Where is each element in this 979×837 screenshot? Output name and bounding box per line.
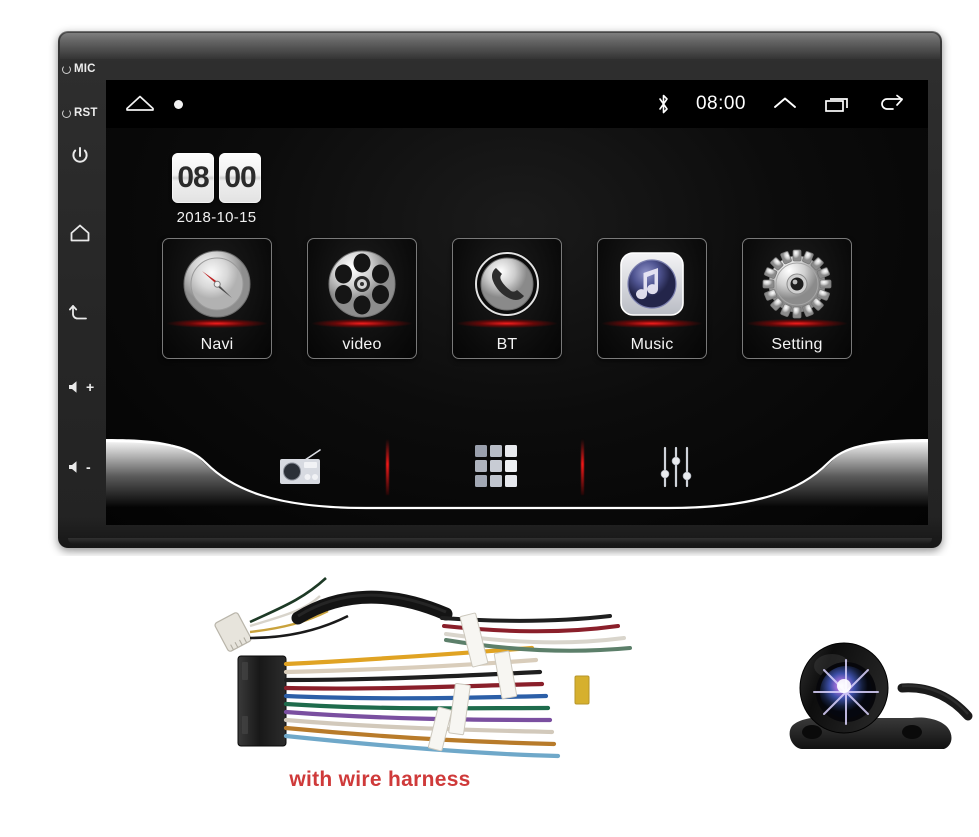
status-bar-left: [106, 93, 183, 115]
status-bar-right: 08:00: [657, 93, 928, 115]
clock-hours: 08: [172, 153, 214, 203]
car-stereo-head-unit: MIC RST + - 08:00 08 00 2018-10-15 Navi …: [58, 31, 942, 548]
clock-date: 2018-10-15: [176, 209, 257, 226]
app-tile-bt[interactable]: BT: [452, 238, 562, 359]
dock-radio-button[interactable]: [278, 447, 324, 487]
app-glow-line: [602, 319, 702, 328]
dock-all-apps-button[interactable]: [474, 444, 520, 490]
volume-down-sign: -: [86, 459, 91, 475]
compass-icon: [183, 250, 251, 318]
app-tile-navi[interactable]: Navi: [162, 238, 272, 359]
app-icon-container: [614, 247, 690, 321]
status-clock: 08:00: [695, 93, 746, 114]
mic-button[interactable]: MIC: [62, 63, 106, 75]
status-bar: 08:00: [106, 80, 928, 128]
bezel-gloss: [60, 33, 940, 59]
led-ring-icon: [62, 64, 71, 74]
clock-minutes: 00: [219, 153, 261, 203]
product-image: MIC RST + - 08:00 08 00 2018-10-15 Navi …: [0, 0, 979, 837]
flip-clock-cards: 08 00: [172, 153, 261, 203]
rear-view-camera-photo: [762, 626, 979, 776]
volume-up-button[interactable]: +: [67, 379, 111, 395]
recent-apps-icon[interactable]: [824, 94, 852, 114]
accessories-area: with wire harness: [0, 556, 979, 837]
app-grid-icon: [475, 445, 517, 487]
bezel-button-column: MIC RST + -: [58, 31, 106, 548]
app-icon-container: [759, 247, 835, 321]
gear-icon: [762, 249, 832, 319]
equalizer-sliders-icon: [660, 446, 692, 488]
app-glow-line: [167, 319, 267, 328]
home-icon: [70, 224, 90, 242]
app-glow-line: [457, 319, 557, 328]
dock-item-row: [106, 435, 928, 499]
film-reel-icon: [328, 250, 396, 318]
app-tile-setting[interactable]: Setting: [742, 238, 852, 359]
dock-divider: [581, 439, 584, 495]
reset-label: RST: [74, 107, 98, 119]
dock-equalizer-button[interactable]: [658, 445, 694, 489]
app-label-navi: Navi: [200, 336, 234, 353]
app-tile-video[interactable]: video: [307, 238, 417, 359]
app-glow-line: [747, 319, 847, 328]
bezel-bottom-shine: [68, 538, 932, 544]
power-icon: [72, 147, 88, 163]
chevron-up-icon[interactable]: [772, 94, 798, 114]
white-dot-icon: [174, 99, 183, 109]
flip-clock-widget[interactable]: 08 00 2018-10-15: [172, 153, 261, 226]
app-icon-container: [179, 247, 255, 321]
app-label-bt: BT: [496, 336, 518, 353]
app-tile-music[interactable]: Music: [597, 238, 707, 359]
volume-up-sign: +: [86, 379, 95, 395]
touchscreen[interactable]: 08:00 08 00 2018-10-15 Navi video BT Mus…: [106, 80, 928, 525]
mic-label: MIC: [74, 63, 96, 75]
app-icon-container: [469, 247, 545, 321]
bluetooth-icon: [659, 94, 668, 114]
app-label-video: video: [342, 336, 382, 353]
app-label-music: Music: [630, 336, 674, 353]
bottom-dock: [106, 425, 928, 525]
iso-connector: [237, 655, 287, 747]
home-outline-icon[interactable]: [124, 93, 156, 115]
wire-harness-photo: [214, 577, 632, 759]
phone-handset-icon: [474, 251, 540, 317]
app-icon-container: [324, 247, 400, 321]
back-arrow-icon[interactable]: [878, 94, 906, 114]
app-shortcut-row: Navi video BT Music Setting: [162, 238, 882, 359]
app-glow-line: [312, 319, 412, 328]
speaker-icon: [69, 461, 77, 473]
music-note-icon: [620, 252, 684, 316]
harness-caption: with wire harness: [289, 768, 471, 791]
app-label-setting: Setting: [771, 336, 823, 353]
back-arrow-icon: [69, 305, 87, 320]
led-ring-icon: [62, 108, 71, 118]
reset-button[interactable]: RST: [62, 107, 106, 119]
speaker-icon: [69, 381, 77, 393]
small-connector: [214, 612, 252, 652]
volume-down-button[interactable]: -: [67, 459, 111, 475]
radio-icon: [280, 449, 321, 484]
dock-divider: [386, 439, 389, 495]
